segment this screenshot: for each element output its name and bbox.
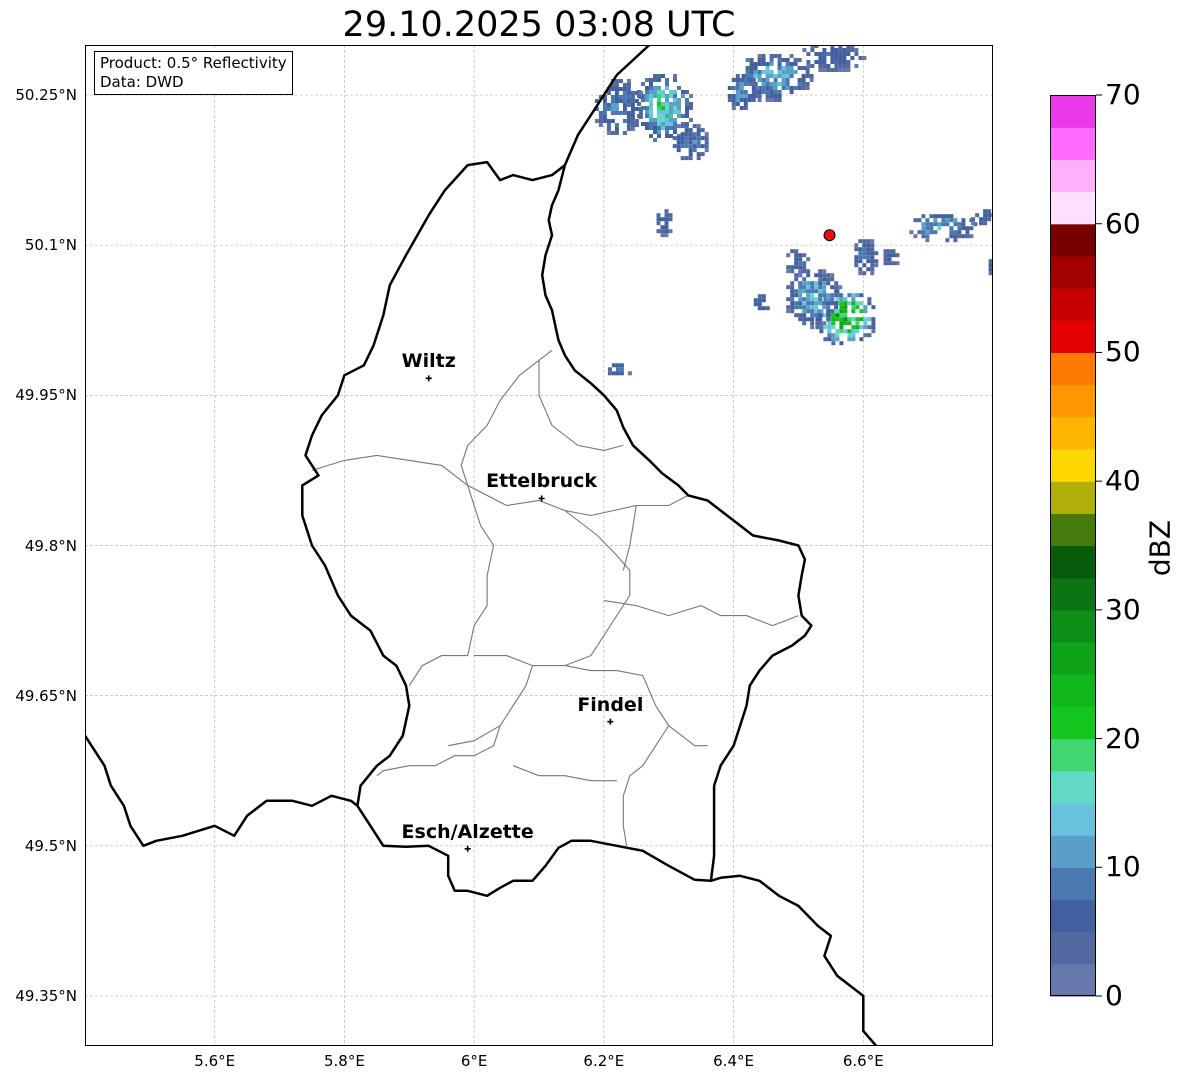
- radar-echo: [909, 214, 978, 243]
- radar-echo: [883, 249, 900, 266]
- canton-border: [603, 600, 799, 627]
- colorbar-segment: [1050, 481, 1096, 514]
- colorbar-segment: [1050, 320, 1096, 354]
- lon-tick-label: 6.4°E: [713, 1052, 754, 1070]
- colorbar-segment: [1050, 931, 1096, 965]
- radar-echo: [854, 239, 879, 276]
- colorbar-segment: [1050, 255, 1096, 289]
- country-border: [85, 735, 359, 848]
- colorbar-segment: [1050, 867, 1096, 901]
- city-marker: [464, 845, 471, 852]
- colorbar-segment: [1050, 448, 1096, 482]
- colorbar-tick-label: 20: [1105, 721, 1141, 755]
- radar-echo: [753, 294, 770, 311]
- lon-tick-label: 5.8°E: [324, 1052, 365, 1070]
- colorbar-segment: [1050, 642, 1096, 675]
- city-label: Esch/Alzette: [401, 820, 534, 843]
- colorbar-tick-label: 50: [1105, 335, 1141, 369]
- colorbar-segment: [1050, 802, 1096, 836]
- colorbar-title: dBZ: [1143, 519, 1177, 577]
- lat-tick-label: 49.35°N: [15, 986, 77, 1005]
- city-marker: [425, 375, 432, 382]
- radar-echo: [656, 209, 673, 238]
- colorbar-segment: [1050, 159, 1096, 193]
- country-border: [710, 874, 878, 1046]
- map-title: 29.10.2025 03:08 UTC: [342, 5, 736, 45]
- colorbar-segment: [1050, 352, 1096, 386]
- radar-echo: [607, 363, 632, 376]
- colorbar-segment: [1050, 835, 1096, 868]
- radar-echoes: [594, 45, 993, 376]
- colorbar-segment: [1050, 288, 1096, 321]
- canton-border: [622, 725, 670, 846]
- canton-border: [474, 510, 631, 667]
- colorbar-segment: [1050, 513, 1096, 547]
- lon-tick-label: 6.2°E: [583, 1052, 625, 1070]
- lat-tick-label: 50.1°N: [24, 236, 77, 255]
- canton-border: [622, 505, 637, 571]
- city-label: Findel: [577, 693, 644, 716]
- colorbar-segment: [1050, 223, 1096, 257]
- colorbar-segment: [1050, 899, 1096, 933]
- product-line: Product: 0.5° Reflectivity: [100, 54, 287, 72]
- map-canvas: [85, 45, 993, 1046]
- city-label: Wiltz: [401, 350, 456, 373]
- gridlines: [85, 45, 993, 1046]
- lat-tick-label: 50.25°N: [15, 86, 77, 105]
- radar-echo: [971, 209, 993, 226]
- luxembourg-border: [301, 160, 813, 898]
- radar-echo: [594, 79, 643, 135]
- lat-tick-label: 49.95°N: [15, 386, 77, 405]
- canton-border: [376, 665, 534, 777]
- radar-echo: [802, 45, 867, 72]
- colorbar-segment: [1050, 577, 1096, 611]
- lat-tick-label: 49.8°N: [24, 536, 77, 555]
- colorbar: [1050, 94, 1102, 997]
- colorbar-tick-label: 70: [1105, 78, 1141, 111]
- radar-site-marker: [823, 229, 836, 242]
- colorbar-segment: [1050, 770, 1096, 804]
- colorbar-segment: [1050, 191, 1096, 225]
- lat-tick-label: 49.5°N: [24, 836, 77, 855]
- lon-tick-label: 6.6°E: [842, 1052, 884, 1070]
- lon-tick-label: 5.6°E: [194, 1052, 236, 1070]
- colorbar-tick-label: 40: [1105, 464, 1141, 498]
- radar-site-dot: [823, 229, 836, 242]
- colorbar-segment: [1050, 963, 1096, 997]
- data-source-line: Data: DWD: [100, 73, 184, 91]
- canton-borders: [311, 349, 799, 846]
- canton-border: [460, 349, 553, 486]
- colorbar-segment: [1050, 609, 1096, 643]
- colorbar-segment: [1050, 706, 1096, 740]
- colorbar-segment: [1050, 738, 1096, 772]
- colorbar-segment: [1050, 384, 1096, 418]
- colorbar-tick-label: 10: [1105, 850, 1141, 884]
- radar-echo: [637, 74, 693, 142]
- colorbar-tick-label: 0: [1105, 979, 1123, 1012]
- radar-echo: [815, 289, 876, 346]
- colorbar-segment: [1050, 95, 1096, 128]
- colorbar-segment: [1050, 545, 1096, 579]
- radar-echo: [727, 74, 760, 110]
- radar-echo: [672, 124, 709, 161]
- product-info-box: Product: 0.5° Reflectivity Data: DWD: [94, 51, 293, 95]
- colorbar-segment: [1050, 674, 1096, 707]
- colorbar-segment: [1050, 416, 1096, 450]
- lat-tick-label: 49.65°N: [15, 686, 77, 705]
- city-marker: [607, 718, 614, 725]
- lon-tick-label: 6°E: [460, 1052, 488, 1070]
- colorbar-segment: [1050, 127, 1096, 160]
- map-panel: [85, 45, 993, 1046]
- colorbar-tick-label: 60: [1105, 206, 1141, 240]
- city-label: Ettelbruck: [486, 470, 598, 493]
- canton-border: [512, 765, 617, 782]
- colorbar-tick-label: 30: [1105, 592, 1141, 626]
